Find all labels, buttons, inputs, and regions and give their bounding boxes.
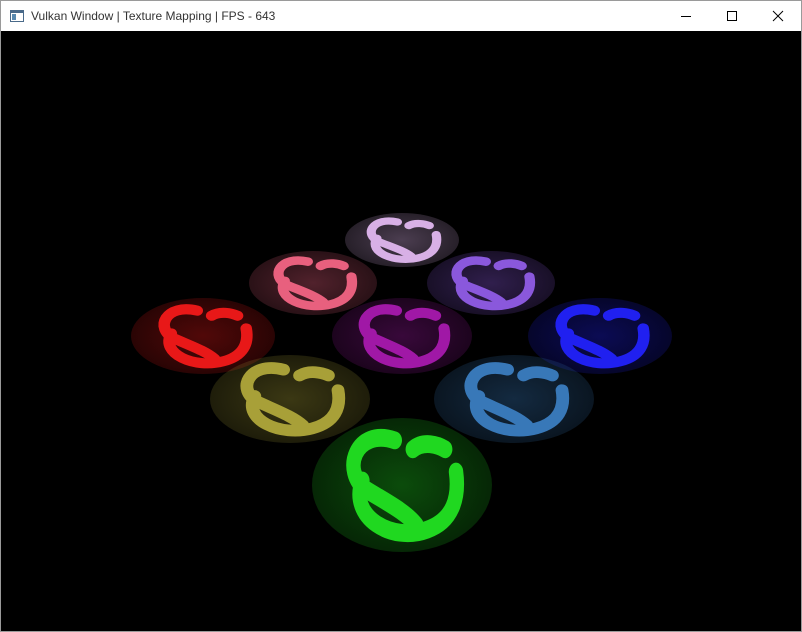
render-viewport[interactable]	[1, 31, 801, 631]
textured-quad-olive	[210, 355, 370, 443]
textured-quad-teal	[434, 355, 594, 443]
textured-quad-top-lilac	[345, 213, 459, 267]
textured-quad-green	[312, 418, 492, 552]
title-bar[interactable]: Vulkan Window | Texture Mapping | FPS - …	[1, 1, 801, 31]
minimize-button[interactable]	[663, 1, 709, 31]
rendered-scene	[131, 213, 672, 552]
close-icon	[772, 10, 784, 22]
maximize-button[interactable]	[709, 1, 755, 31]
window-controls	[663, 1, 801, 31]
maximize-icon	[727, 11, 737, 21]
minimize-icon	[681, 16, 691, 17]
window-title: Vulkan Window | Texture Mapping | FPS - …	[31, 9, 276, 23]
textured-quad-pink	[249, 251, 377, 315]
textured-quad-magenta	[332, 298, 472, 374]
vulkan-window: Vulkan Window | Texture Mapping | FPS - …	[0, 0, 802, 632]
textured-quad-violet	[427, 251, 555, 315]
app-window-icon	[9, 8, 25, 24]
close-button[interactable]	[755, 1, 801, 31]
